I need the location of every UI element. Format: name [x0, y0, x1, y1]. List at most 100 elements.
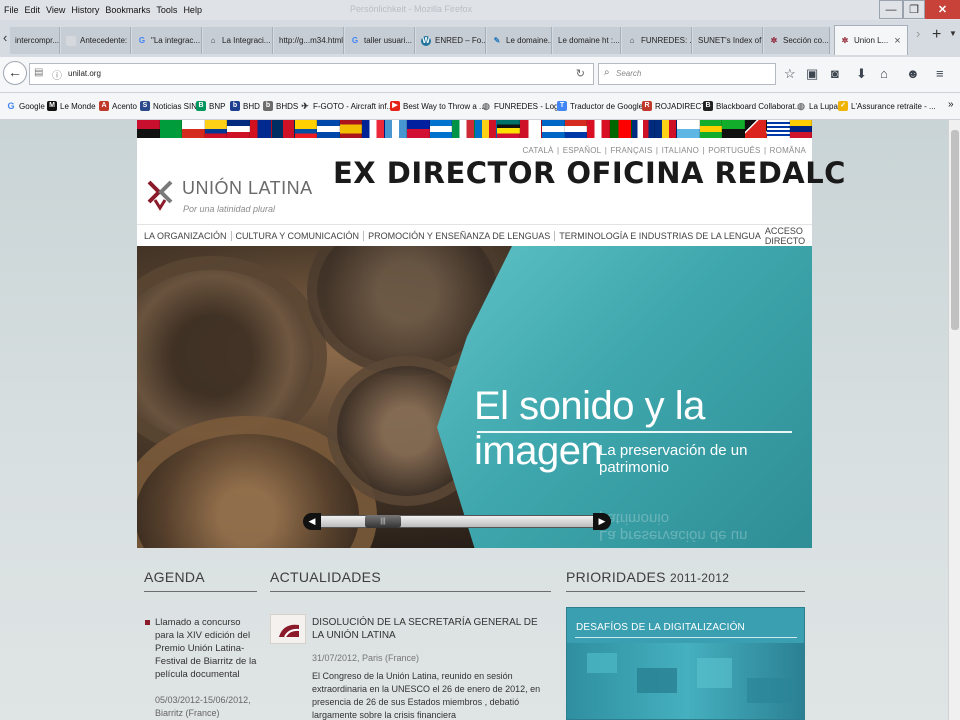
tab-label: taller usuari...	[364, 36, 413, 45]
tab-scroll-right-icon[interactable]: ›	[916, 26, 920, 41]
news-item-title[interactable]: DISOLUCIÓN DE LA SECRETARÍA GENERAL DE L…	[312, 616, 552, 642]
lang-portugues[interactable]: PORTUGUÊS	[708, 146, 760, 155]
tab-sunet[interactable]: SUNET's Index of...	[693, 27, 763, 54]
google-icon: G	[138, 35, 146, 45]
priority-digitalization-card[interactable]: DESAFÍOS DE LA DIGITALIZACIÓN	[566, 607, 805, 720]
agenda-rule	[144, 591, 257, 592]
lang-francais[interactable]: FRANÇAIS	[610, 146, 652, 155]
bookmark-blackboard[interactable]: B Blackboard Collaborat...	[703, 101, 801, 111]
bookmark-rojadirecta[interactable]: R ROJADIRECTA	[642, 101, 711, 111]
menu-bar: File Edit View History Bookmarks Tools H…	[0, 0, 960, 20]
reading-list-icon[interactable]: ▣	[806, 66, 818, 82]
bookmark-la-lupa[interactable]: ◍ La Lupa	[796, 101, 838, 111]
tab-taller-usuari[interactable]: G taller usuari...	[345, 27, 415, 54]
back-button[interactable]: ←	[3, 61, 27, 85]
slider-grip[interactable]: |||	[365, 515, 401, 528]
search-icon: ⌕	[604, 67, 610, 78]
bookmark-bhd[interactable]: b BHD	[230, 101, 260, 111]
hero-slider[interactable]: ◀ ||| ▶	[303, 512, 611, 530]
hero-banner[interactable]: El sonido y la imagen La preservación de…	[137, 246, 812, 548]
bookmarks-overflow-icon[interactable]: »	[948, 99, 954, 110]
url-text[interactable]: unilat.org	[68, 69, 101, 78]
bookmark-funredes-login[interactable]: ◍ FUNREDES - Login	[481, 101, 565, 111]
reload-icon[interactable]: ↻	[576, 67, 585, 80]
page-scrollbar[interactable]	[948, 120, 960, 720]
ul-logo-icon: ✲	[841, 35, 849, 45]
tab-label: FUNREDES: ...	[641, 36, 692, 45]
info-icon[interactable]: ⓘ	[52, 67, 62, 82]
bookmark-noticias-sin[interactable]: S Noticias SIN	[140, 101, 197, 111]
nav-acceso-directo[interactable]: ACCESO DIRECTO	[765, 226, 813, 246]
slider-next-icon[interactable]: ▶	[593, 513, 611, 530]
menu-edit[interactable]: Edit	[25, 5, 41, 15]
slider-prev-icon[interactable]: ◀	[303, 513, 321, 530]
menu-help[interactable]: Help	[183, 5, 202, 15]
search-bar[interactable]: ⌕ Search	[598, 63, 776, 85]
nav-la-organizacion[interactable]: LA ORGANIZACIÓN	[137, 230, 232, 241]
url-bar[interactable]: ▤ ⓘ unilat.org ↻	[29, 63, 594, 85]
downloads-icon[interactable]: ⬇	[856, 66, 867, 82]
hello-icon[interactable]: ☻	[906, 66, 920, 81]
pocket-icon[interactable]: ◙	[831, 66, 839, 81]
bookmark-label: BHD	[243, 101, 260, 111]
bookmark-assurance-retraite[interactable]: ✓ L'Assurance retraite - ...	[838, 101, 936, 111]
menu-bookmarks[interactable]: Bookmarks	[105, 5, 150, 15]
close-window-button[interactable]: ✕	[925, 0, 960, 19]
menu-hamburger-icon[interactable]: ≡	[936, 66, 944, 81]
tab-intercompr[interactable]: intercompr...	[10, 27, 60, 54]
tab-funredes[interactable]: ⌂ FUNREDES: ...	[622, 27, 692, 54]
new-tab-icon[interactable]: +	[932, 26, 941, 44]
news-thumbnail-icon[interactable]	[270, 614, 306, 644]
bookmark-google[interactable]: G Google	[6, 101, 44, 111]
lang-italiano[interactable]: ITALIANO	[662, 146, 699, 155]
reader-icon[interactable]: ▤	[34, 67, 43, 78]
menu-tools[interactable]: Tools	[156, 5, 177, 15]
menu-file[interactable]: File	[4, 5, 19, 15]
tab-enred[interactable]: W ENRED – Fo...	[416, 27, 486, 54]
slider-track[interactable]	[303, 515, 611, 528]
tab-antecedente[interactable]: Antecedente: Pro...	[61, 27, 131, 54]
bookmark-le-monde[interactable]: M Le Monde	[47, 101, 96, 111]
tab-label: La Integraci...	[222, 36, 271, 45]
bookmark-traductor[interactable]: T Traductor de Google	[557, 101, 643, 111]
nav-cultura[interactable]: CULTURA Y COMUNICACIÓN	[232, 230, 365, 241]
union-latina-logo-icon[interactable]	[145, 176, 175, 212]
bookmark-f-goto[interactable]: ✈ F-GOTO - Aircraft inf...	[300, 101, 393, 111]
wordpress-icon: W	[421, 35, 431, 46]
tab-le-domaine[interactable]: ✎ Le domaine...	[487, 27, 552, 54]
tab-seccion[interactable]: ✲ Sección co...	[764, 27, 830, 54]
scrollbar-thumb[interactable]	[951, 130, 959, 330]
menu-view[interactable]: View	[46, 5, 65, 15]
tab-le-domaine-ht[interactable]: Le domaine ht :...	[553, 27, 621, 54]
bookmark-best-way[interactable]: ▶ Best Way to Throw a ...	[390, 101, 486, 111]
bookmark-bhds[interactable]: b BHDS	[263, 101, 298, 111]
tab-label: Sección co...	[783, 36, 829, 45]
tab-http-g[interactable]: http://g...m34.html	[274, 27, 344, 54]
minimize-button[interactable]: —	[879, 0, 903, 19]
bookmark-acento[interactable]: A Acento	[99, 101, 137, 111]
lang-romana[interactable]: ROMÂNA	[770, 146, 806, 155]
menu-history[interactable]: History	[71, 5, 99, 15]
tab-la-integraci[interactable]: ⌂ La Integraci...	[203, 27, 273, 54]
home-icon[interactable]: ⌂	[880, 66, 888, 81]
tab-union-latina[interactable]: ✲ Union L... ×	[834, 25, 908, 55]
maximize-button[interactable]: ❐	[903, 0, 925, 19]
bookmark-label: BNP	[209, 101, 226, 111]
bookmark-label: Best Way to Throw a ...	[403, 101, 486, 111]
brand-name[interactable]: UNIÓN LATINA	[182, 178, 313, 199]
nav-promocion[interactable]: PROMOCIÓN Y ENSEÑANZA DE LENGUAS	[364, 230, 556, 241]
nav-terminologia[interactable]: TERMINOLOGÍA E INDUSTRIAS DE LA LENGUA	[555, 231, 765, 241]
tab-scroll-left-icon[interactable]: ‹	[3, 30, 7, 45]
tab-la-integrac[interactable]: G "La integrac...	[132, 27, 202, 54]
bookmark-label: Traductor de Google	[570, 101, 644, 111]
lang-espanol[interactable]: ESPAÑOL	[563, 146, 602, 155]
lang-catala[interactable]: CATALÀ	[522, 146, 553, 155]
tab-list-icon[interactable]: ▼	[949, 29, 957, 38]
bookmark-bnp[interactable]: B BNP	[196, 101, 225, 111]
close-tab-icon[interactable]: ×	[894, 35, 900, 47]
agenda-item-title[interactable]: Llamado a concurso para la XIV edición d…	[155, 616, 260, 681]
flag-venezuela-icon	[789, 120, 812, 138]
bookmark-star-icon[interactable]: ☆	[784, 66, 796, 82]
page-viewport: CATALÀ | ESPAÑOL | FRANÇAIS | ITALIANO |…	[0, 120, 948, 720]
flag-senegal-icon	[722, 120, 745, 138]
